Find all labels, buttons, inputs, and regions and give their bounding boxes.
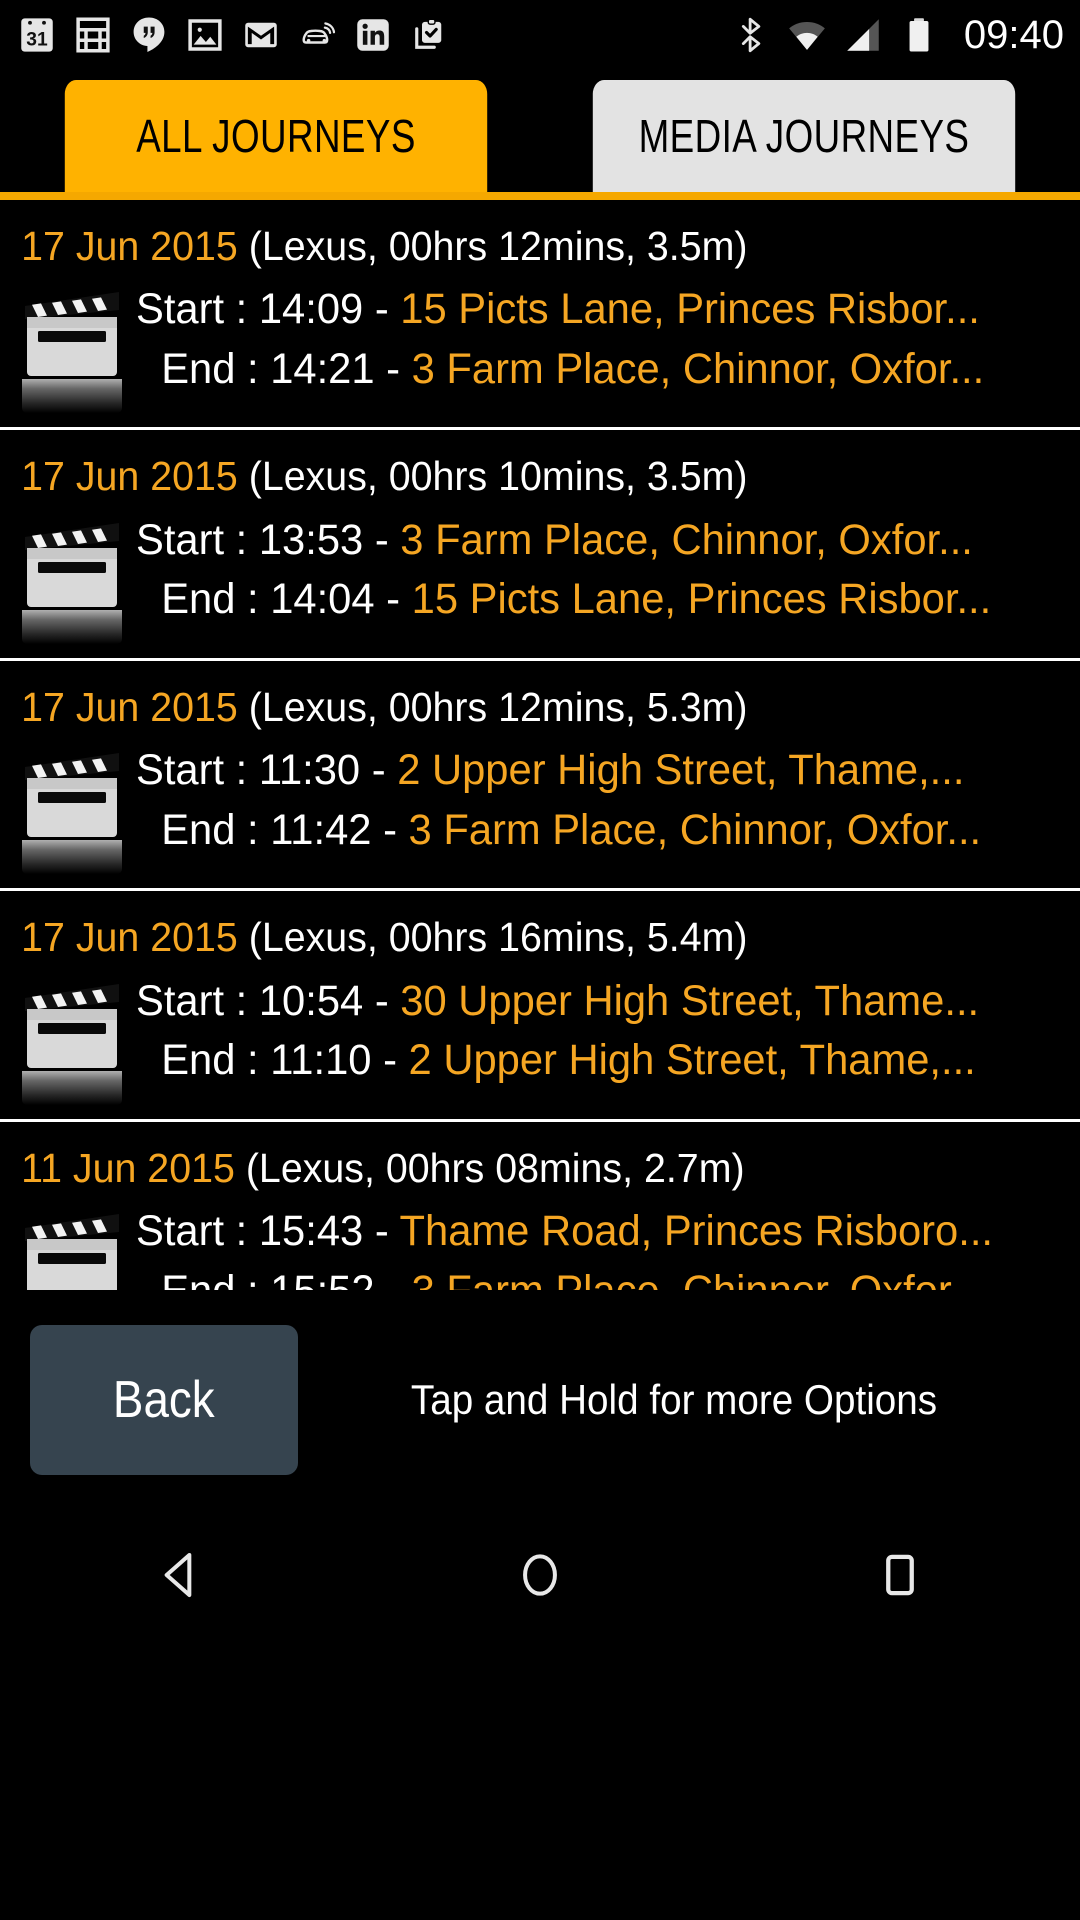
tab-all-journeys[interactable]: ALL JOURNEYS: [64, 80, 488, 192]
journey-header: 17 Jun 2015 (Lexus, 00hrs 12mins, 3.5m): [0, 210, 1037, 280]
journey-start-label: Start : 15:43 -: [136, 1207, 400, 1256]
status-bar-system-icons: 09:40: [730, 14, 1064, 56]
journey-date: 17 Jun 2015: [21, 683, 238, 730]
journey-end-address: 3 Farm Place, Chinnor, Oxfor...: [408, 805, 982, 854]
journey-end-label: End : 11:42 -: [161, 805, 409, 854]
battery-icon: [909, 18, 929, 52]
wifi-icon: [789, 22, 825, 50]
journey-date: 11 Jun 2015: [21, 1144, 235, 1191]
icon-reflection: [22, 840, 122, 875]
journey-end-line: End : 14:04 - 15 Picts Lane, Princes Ris…: [136, 570, 1034, 629]
android-navigation-bar: [0, 1510, 1080, 1640]
journey-date: 17 Jun 2015: [21, 223, 238, 269]
icon-reflection: [22, 609, 122, 644]
journey-meta: (Lexus, 00hrs 12mins, 5.3m): [237, 683, 748, 730]
nav-recents-button[interactable]: [840, 1515, 960, 1635]
journey-date: 17 Jun 2015: [21, 453, 238, 500]
journey-meta: (Lexus, 00hrs 10mins, 3.5m): [237, 453, 748, 500]
status-bar-notification-icons: 31: [16, 14, 730, 56]
journey-end-line: End : 14:21 - 3 Farm Place, Chinnor, Oxf…: [136, 340, 1034, 399]
journey-end-address: 15 Picts Lane, Princes Risbor...: [411, 575, 992, 624]
hangouts-icon: [133, 17, 165, 52]
journey-start-address: 2 Upper High Street, Thame,...: [397, 746, 965, 795]
journey-start-line: Start : 15:43 - Thame Road, Princes Risb…: [136, 1202, 1034, 1261]
status-bar-clock: 09:40: [963, 13, 1064, 57]
journey-end-label: End : 14:04 -: [161, 575, 412, 624]
journey-list[interactable]: 17 Jun 2015 (Lexus, 00hrs 12mins, 3.5m): [0, 200, 1080, 1290]
tasks-clipboard-check-icon: [415, 18, 442, 49]
journey-start-line: Start : 13:53 - 3 Farm Place, Chinnor, O…: [136, 511, 1034, 570]
options-hint-text: Tap and Hold for more Options: [410, 1376, 938, 1423]
nav-recents-icon: [886, 1554, 914, 1596]
tab-indicator-bar: [0, 192, 1080, 200]
journey-end-address: 3 Farm Place, Chinnor, Oxfor...: [412, 1267, 985, 1290]
icon-reflection: [22, 1070, 122, 1105]
journey-header: 17 Jun 2015 (Lexus, 00hrs 16mins, 5.4m): [0, 901, 1037, 971]
android-auto-car-icon: [302, 22, 336, 44]
journey-start-address: 15 Picts Lane, Princes Risbor...: [400, 285, 980, 334]
journey-meta: (Lexus, 00hrs 08mins, 2.7m): [234, 1144, 745, 1191]
journey-end-line: End : 11:10 - 2 Upper High Street, Thame…: [136, 1031, 1034, 1090]
journey-header: 17 Jun 2015 (Lexus, 00hrs 12mins, 5.3m): [0, 671, 1037, 741]
journey-list-item[interactable]: 17 Jun 2015 (Lexus, 00hrs 10mins, 3.5m): [0, 430, 1080, 661]
journey-end-label: End : 14:21 -: [161, 344, 412, 393]
tab-media-journeys[interactable]: MEDIA JOURNEYS: [592, 80, 1016, 192]
clapperboard-icon: [22, 517, 122, 644]
journey-list-item[interactable]: 17 Jun 2015 (Lexus, 00hrs 12mins, 5.3m): [0, 661, 1080, 892]
journey-start-line: Start : 14:09 - 15 Picts Lane, Princes R…: [136, 280, 1034, 339]
journey-list-item[interactable]: 11 Jun 2015 (Lexus, 00hrs 08mins, 2.7m): [0, 1122, 1080, 1290]
journey-end-address: 3 Farm Place, Chinnor, Oxfor...: [411, 344, 985, 393]
nav-home-button[interactable]: [480, 1515, 600, 1635]
journey-end-line: End : 11:42 - 3 Farm Place, Chinnor, Oxf…: [136, 801, 1034, 860]
journey-start-label: Start : 11:30 -: [136, 746, 398, 795]
linkedin-icon: [357, 19, 389, 51]
journey-start-label: Start : 10:54 -: [136, 976, 401, 1025]
journey-end-label: End : 15:52 -: [161, 1267, 411, 1290]
gmail-icon: [245, 22, 277, 48]
svg-text:31: 31: [26, 30, 48, 51]
photos-icon: [188, 19, 222, 51]
tab-bar: ALL JOURNEYS MEDIA JOURNEYS: [0, 70, 1080, 200]
nav-back-icon: [164, 1553, 192, 1597]
bluetooth-icon: [741, 17, 761, 53]
journey-date: 17 Jun 2015: [21, 914, 238, 961]
bottom-action-bar: Back Tap and Hold for more Options: [0, 1290, 1080, 1510]
nav-home-icon: [523, 1554, 557, 1596]
back-button-label: Back: [113, 1371, 215, 1429]
nav-back-button[interactable]: [120, 1515, 240, 1635]
journey-end-label: End : 11:10 -: [161, 1036, 409, 1085]
journey-start-address: Thame Road, Princes Risboro...: [399, 1207, 994, 1256]
clapperboard-icon: [22, 978, 122, 1105]
icon-reflection: [22, 379, 122, 414]
journey-list-item[interactable]: 17 Jun 2015 (Lexus, 00hrs 16mins, 5.4m): [0, 891, 1080, 1122]
status-bar: 31 09:40: [0, 0, 1080, 70]
journey-start-label: Start : 13:53 -: [136, 515, 401, 564]
journey-meta: (Lexus, 00hrs 16mins, 5.4m): [237, 914, 748, 961]
clapperboard-icon: [22, 286, 122, 414]
journey-start-address: 30 Upper High Street, Thame...: [400, 976, 980, 1025]
sheets-grid-icon: [76, 17, 110, 53]
cellular-signal-icon: [847, 19, 879, 51]
journey-start-address: 3 Farm Place, Chinnor, Oxfor...: [400, 515, 973, 564]
journey-start-line: Start : 10:54 - 30 Upper High Street, Th…: [136, 972, 1034, 1031]
journey-end-line: End : 15:52 - 3 Farm Place, Chinnor, Oxf…: [136, 1262, 1034, 1290]
journey-end-address: 2 Upper High Street, Thame,...: [408, 1036, 976, 1085]
calendar-icon: 31: [21, 18, 53, 52]
back-button[interactable]: Back: [30, 1325, 298, 1475]
clapperboard-icon: [22, 1208, 122, 1290]
journey-meta: (Lexus, 00hrs 12mins, 3.5m): [237, 223, 748, 269]
journey-start-line: Start : 11:30 - 2 Upper High Street, Tha…: [136, 741, 1034, 800]
journey-start-label: Start : 14:09 -: [136, 285, 401, 334]
journey-list-item[interactable]: 17 Jun 2015 (Lexus, 00hrs 12mins, 3.5m): [0, 200, 1080, 431]
journey-header: 17 Jun 2015 (Lexus, 00hrs 10mins, 3.5m): [0, 440, 1037, 510]
clapperboard-icon: [22, 747, 122, 875]
journey-header: 11 Jun 2015 (Lexus, 00hrs 08mins, 2.7m): [0, 1132, 1037, 1202]
